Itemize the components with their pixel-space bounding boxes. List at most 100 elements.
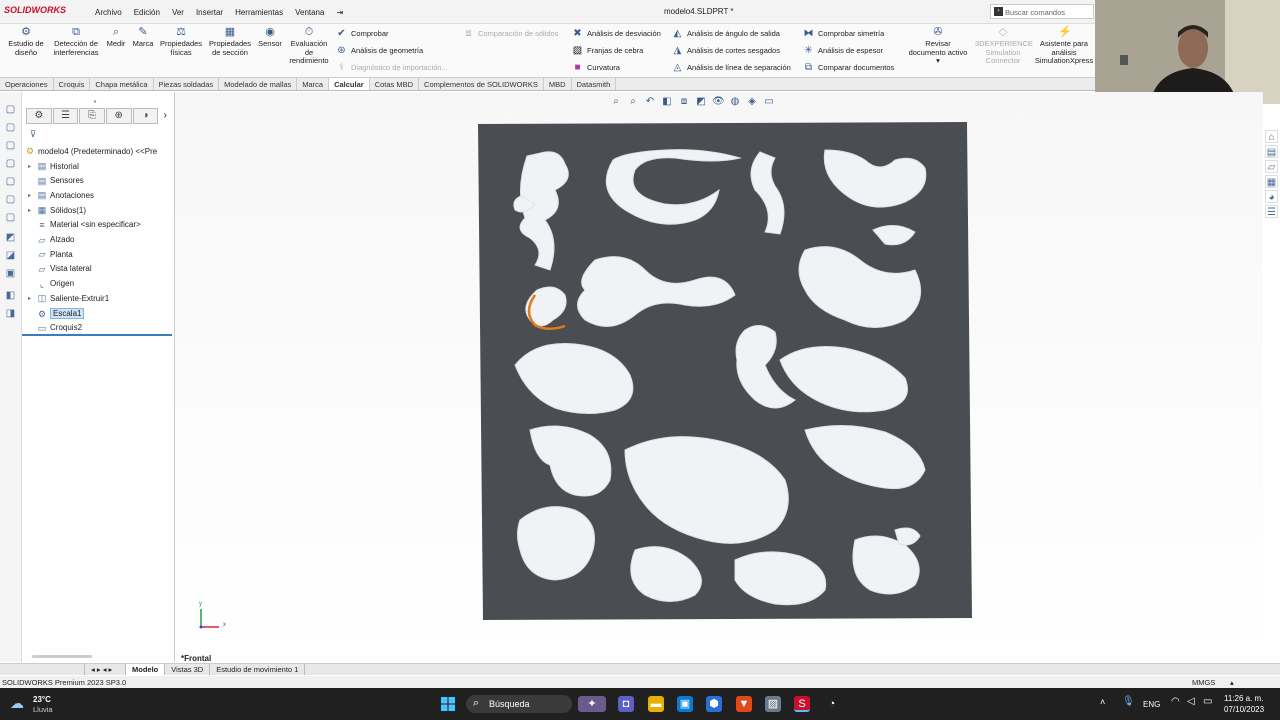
expand-arrow-icon[interactable]: ▸ [28,295,34,302]
stack2-icon[interactable]: ◨ [5,308,16,319]
3dexperience-connector-button[interactable]: ◇ 3DEXPERIENCE Simulation Connector [975,26,1033,66]
geometry-analysis-button[interactable]: ⊛ Análisis de geometría [336,45,423,56]
view-settings-icon[interactable]: ▭ [763,96,775,108]
tab-chapa-metalica[interactable]: Chapa metálica [90,78,154,90]
hide-show-icon[interactable]: 👁 [712,96,725,108]
brave-browser-icon[interactable]: ▼ [736,696,752,712]
properties-icon[interactable]: ☰ [1265,205,1278,218]
tab-operaciones[interactable]: Operaciones [0,78,54,90]
draft-analysis-button[interactable]: ◭ Análisis de ángulo de salida [672,28,780,39]
compare-solids-button[interactable]: ⧈ Comparación de sólidos [463,28,558,39]
tree-item[interactable]: ⚙ Escala1 [28,308,85,319]
language-indicator[interactable]: ENG [1143,700,1160,709]
dimxpert-tab-icon[interactable]: ⊕ [105,108,132,124]
menu-ver[interactable]: Ver [172,8,184,17]
check-button[interactable]: ✔ Comprobar [336,28,388,39]
tab-estudio-movimiento[interactable]: Estudio de movimiento 1 [210,664,306,675]
photos-icon[interactable]: ▨ [765,696,781,712]
check-symmetry-button[interactable]: ⧓ Comprobar simetría [803,28,885,39]
display-manager-tab-icon[interactable]: ◑ [132,108,159,124]
thickness-analysis-button[interactable]: ✳ Análisis de espesor [803,45,883,56]
tab-scroll-arrows[interactable]: ◂ ▸ ◂ ▸ [84,664,126,675]
interference-detection-button[interactable]: ⧉ Detección de interferencias [50,26,102,57]
tree-item[interactable]: ▸ ◫ Saliente-Extruir1 [28,293,109,303]
weather-icon[interactable]: ☁ [10,695,30,713]
expand-arrow-icon[interactable]: ▸ [28,192,34,199]
taskbar-date[interactable]: 07/10/2023 [1224,705,1264,714]
tree-scrollbar[interactable] [32,655,92,658]
tree-item[interactable]: ▤ Sensores [28,176,84,186]
simulationxpress-assistant-button[interactable]: ⚡ Asistente para análisis SimulationXpre… [1033,26,1095,66]
tab-modelado-mallas[interactable]: Modelado de mallas [219,78,298,90]
feature-manager-tab-icon[interactable]: ⚙ [26,108,52,124]
section-properties-button[interactable]: ▦ Propiedades de sección [207,26,253,57]
design-study-button[interactable]: ⚙ Estudio de diseño [5,26,47,57]
palette-icon[interactable]: ▦ [1265,175,1278,188]
import-diagnostics-button[interactable]: ⚕ Diagnóstico de importación... [336,62,448,73]
solidworks-logo[interactable]: SOLIDWORKS [4,5,66,15]
previous-view-icon[interactable]: ↶ [644,96,656,108]
part-icon[interactable]: ▢ [5,104,16,115]
markup-button[interactable]: ✎ Marca [130,26,156,49]
library-icon[interactable]: ▤ [1265,145,1278,158]
tree-item[interactable]: ⌞ Origen [28,279,74,289]
scene-icon[interactable]: ◈ [746,96,758,108]
camera-icon[interactable]: ◩ [5,232,16,243]
tree-item[interactable]: ▸ ▤ Anotaciones [28,190,94,200]
display-icon[interactable]: ▣ [5,268,16,279]
tab-piezas-soldadas[interactable]: Piezas soldadas [154,78,220,90]
menu-insertar[interactable]: Insertar [196,8,223,17]
pin-icon[interactable]: ⇥ [336,8,343,17]
rollback-bar[interactable] [22,334,172,336]
tile-icon[interactable]: ▢ [5,194,16,205]
menu-archivo[interactable]: Archivo [95,8,122,17]
wifi-icon[interactable]: ◠ [1171,696,1180,707]
widgets-icon[interactable]: ✦ [578,696,606,712]
volume-icon[interactable]: ◁ [1187,696,1195,707]
render-icon[interactable]: ◪ [5,250,16,261]
file-explorer-icon[interactable]: ▬ [648,696,664,712]
tab-vistas-3d[interactable]: Vistas 3D [165,664,211,675]
expand-arrow-icon[interactable]: ▸ [28,163,34,170]
taskbar-time[interactable]: 11:26 a. m. [1224,694,1263,703]
sensor-button[interactable]: ◉ Sensor [256,26,284,49]
tree-item[interactable]: ≡ Material <sin especificar> [28,220,140,230]
tab-croquis[interactable]: Croquis [54,78,91,90]
curvature-button[interactable]: ■ Curvatura [572,62,619,73]
tree-item[interactable]: ▸ ▤ Historial [28,161,79,171]
window-icon[interactable]: ▢ [5,158,16,169]
tree-item[interactable]: ▭ Croquis2 [28,323,82,333]
tab-cotas-mbd[interactable]: Cotas MBD [370,78,420,90]
tree-item[interactable]: ▸ ▦ Sólidos(1) [28,205,86,215]
menu-edicion[interactable]: Edición [134,8,160,17]
model-panel-graphic[interactable] [475,120,975,622]
stack-icon[interactable]: ◧ [5,290,16,301]
measure-button[interactable]: ⌕ Medir [104,26,128,49]
display-style-icon[interactable]: ◩ [695,96,707,108]
deviation-analysis-button[interactable]: ✖ Análisis de desviación [572,28,661,39]
filter-icon[interactable]: ⊽ [28,129,38,139]
mass-properties-button[interactable]: ⚖ Propiedades físicas [158,26,204,57]
menu-herramientas[interactable]: Herramientas [235,8,283,17]
microsoft-store-icon[interactable]: ▣ [677,696,693,712]
microphone-icon[interactable]: 🎙 [1122,696,1135,707]
view-orientation-icon[interactable]: ⧈ [678,96,690,108]
layers-icon[interactable]: ▢ [5,176,16,187]
tree-item[interactable]: ▱ Planta [28,249,73,259]
tab-modelo[interactable]: Modelo [126,664,166,675]
sheet-icon[interactable]: ▢ [5,122,16,133]
tab-datasmith[interactable]: Datasmith [572,78,617,90]
configuration-manager-tab-icon[interactable]: ⎘ [79,108,105,124]
windows-start-icon[interactable] [440,696,456,712]
panel-grip[interactable] [92,96,98,103]
home-icon[interactable]: ⌂ [1265,130,1278,143]
chevron-up-tray-icon[interactable]: ˄ [1100,697,1105,707]
solidworks-taskbar-icon[interactable]: S [794,696,810,712]
undercut-analysis-button[interactable]: ◮ Análisis de cortes sesgados [672,45,780,56]
section-view-icon[interactable]: ◧ [661,96,673,108]
chevron-right-icon[interactable]: › [159,108,171,124]
tab-marca[interactable]: Marca [297,78,330,90]
tab-complementos[interactable]: Complementos de SOLIDWORKS [419,78,544,90]
chevron-up-icon[interactable]: ▴ [1230,678,1234,687]
search-commands-input[interactable]: › Buscar comandos [990,4,1094,19]
